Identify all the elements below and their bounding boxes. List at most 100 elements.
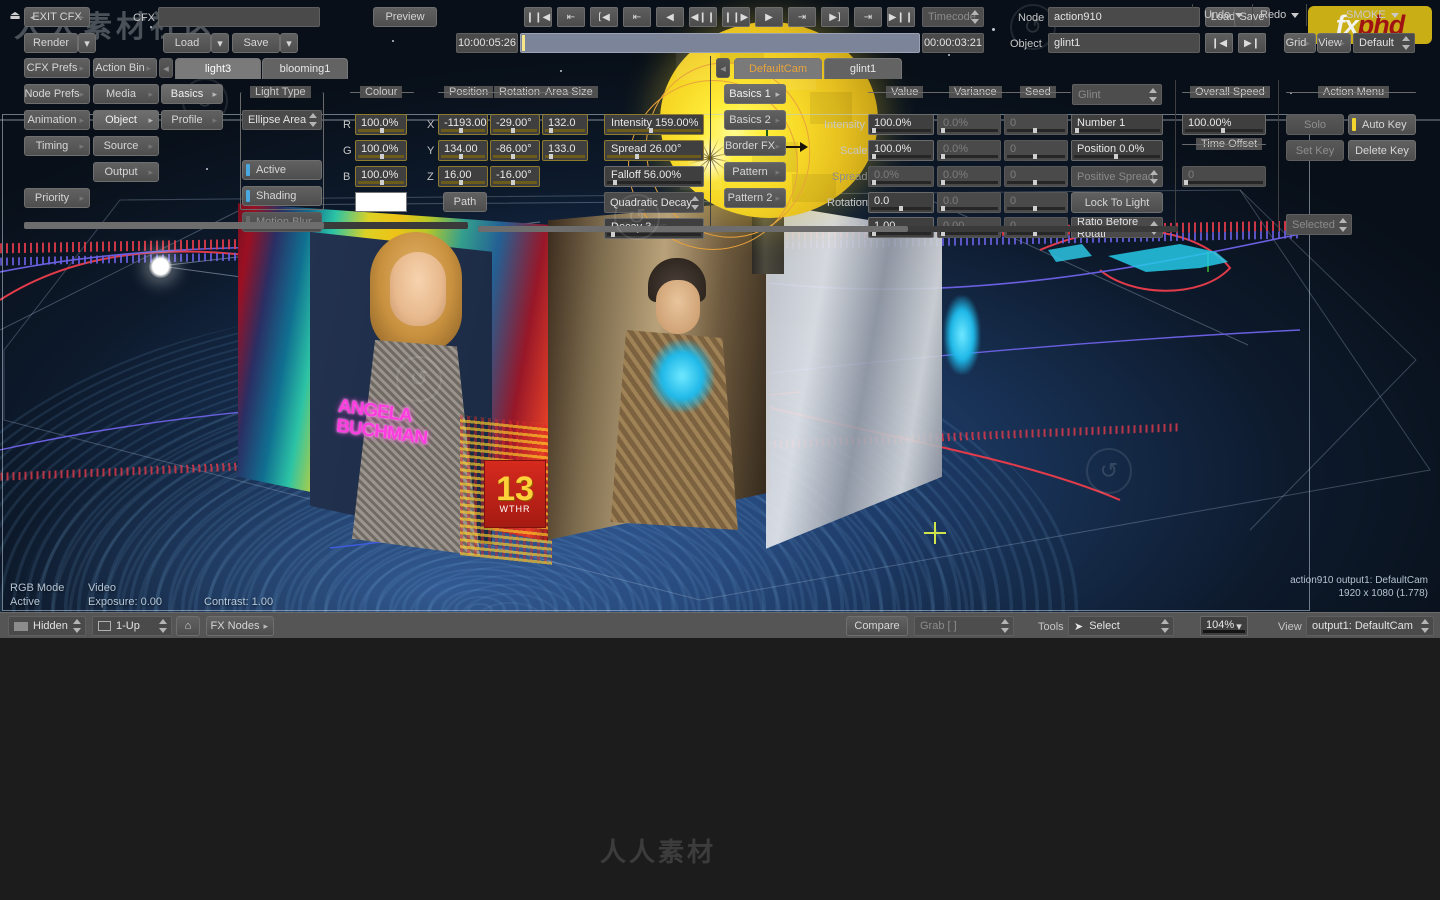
tab-scroll-left[interactable]: ◂ xyxy=(159,58,173,78)
rotation-x-field[interactable]: -29.00° xyxy=(490,114,540,135)
timecode-stepper[interactable] xyxy=(971,10,980,24)
decay-mode-stepper[interactable] xyxy=(691,195,700,210)
light-type-stepper[interactable] xyxy=(309,113,318,127)
area-y-field[interactable]: 133.0 xyxy=(542,140,588,161)
tab-light3[interactable]: light3 xyxy=(175,58,261,79)
position-x-field[interactable]: -1193.00 xyxy=(438,114,488,135)
object-input[interactable]: glint1 xyxy=(1048,33,1200,53)
timeline-scrubber[interactable] xyxy=(520,33,920,53)
nav-output[interactable]: Output xyxy=(93,162,159,182)
spread-field[interactable]: Spread 26.00° xyxy=(604,140,704,161)
glint-dropdown[interactable]: Glint xyxy=(1072,84,1162,105)
fx-nodes-button[interactable]: FX Nodes xyxy=(206,616,274,636)
glint-intensity-seed[interactable]: 0 xyxy=(1004,114,1068,135)
cfx-prefs-button[interactable]: CFX Prefs xyxy=(24,58,90,78)
area-x-field[interactable]: 132.0 xyxy=(542,114,588,135)
light-type-dropdown[interactable]: Ellipse Area xyxy=(242,110,322,130)
nav-media[interactable]: Media xyxy=(93,84,159,104)
view-menu-button[interactable]: View xyxy=(1317,33,1351,53)
glint-scale-value[interactable]: 100.0% xyxy=(868,140,934,161)
nav-timing[interactable]: Timing xyxy=(24,136,90,156)
hidden-dropdown[interactable]: Hidden xyxy=(8,616,86,636)
panel-scrollbar-right[interactable] xyxy=(478,226,1178,232)
view-dropdown[interactable]: output1: DefaultCam xyxy=(1306,616,1434,636)
glint-rotation-seed[interactable]: 0 xyxy=(1004,192,1068,213)
set-key-button[interactable]: Set Key xyxy=(1286,140,1344,161)
transport-step-forward[interactable]: ❙❙▶ xyxy=(722,7,750,27)
path-button[interactable]: Path xyxy=(443,192,487,212)
nav-basics[interactable]: Basics xyxy=(161,84,223,104)
load-button[interactable]: Load xyxy=(163,33,211,53)
transport-to-start[interactable]: ⇤ xyxy=(557,7,585,27)
transport-prev-key[interactable]: ⇤ xyxy=(623,7,651,27)
glint-positive-spread-dropdown[interactable]: Positive Spread xyxy=(1071,166,1163,187)
positive-spread-stepper[interactable] xyxy=(1150,169,1159,184)
object-next-button[interactable]: ▶❙ xyxy=(1238,33,1266,53)
tab-glint1[interactable]: glint1 xyxy=(824,58,902,79)
time-start-field[interactable]: 10:00:05:26 xyxy=(456,33,518,53)
grid-button[interactable]: Grid xyxy=(1284,33,1316,53)
nav-object[interactable]: Object xyxy=(93,110,159,130)
transport-prev-clip[interactable]: ❙❙◀ xyxy=(524,7,552,27)
render-dropdown-icon[interactable]: ▾ xyxy=(78,33,96,53)
glint-spread-seed[interactable]: 0 xyxy=(1004,166,1068,187)
undo-button[interactable]: Undo xyxy=(1204,9,1244,21)
falloff-field[interactable]: Falloff 56.00% xyxy=(604,166,704,187)
selected-dropdown[interactable]: Selected xyxy=(1286,214,1352,235)
glint-spread-variance[interactable]: 0.0% xyxy=(937,166,1001,187)
nav-source[interactable]: Source xyxy=(93,136,159,156)
grab-field[interactable]: Grab [ ] xyxy=(914,616,1014,636)
view-stepper[interactable] xyxy=(1421,619,1430,633)
glint-tab-scroll-left[interactable]: ◂ xyxy=(716,58,730,78)
colour-g-field[interactable]: 100.0% xyxy=(355,140,407,161)
default-dropdown[interactable]: Default xyxy=(1353,33,1415,53)
solo-button[interactable]: Solo xyxy=(1286,114,1344,135)
tab-default-cam[interactable]: DefaultCam xyxy=(734,58,822,79)
tab-blooming1[interactable]: blooming1 xyxy=(262,58,348,79)
glint-spread-value[interactable]: 0.0% xyxy=(868,166,934,187)
eject-icon[interactable]: ⏏ xyxy=(8,8,22,22)
transport-next-clip[interactable]: ▶❙❙ xyxy=(887,7,915,27)
position-y-field[interactable]: 134.00 xyxy=(438,140,488,161)
glint-rotation-value[interactable]: 0.0 xyxy=(868,192,934,213)
load-dropdown-icon[interactable]: ▾ xyxy=(211,33,229,53)
colour-r-field[interactable]: 100.0% xyxy=(355,114,407,135)
nav-priority[interactable]: Priority xyxy=(24,188,90,208)
lock-to-light-button[interactable]: Lock To Light xyxy=(1071,192,1163,213)
panel-scrollbar-left[interactable] xyxy=(24,222,468,229)
glint-scale-seed[interactable]: 0 xyxy=(1004,140,1068,161)
layout-stepper[interactable] xyxy=(159,619,168,633)
nav-node-prefs[interactable]: Node Prefs xyxy=(24,84,90,104)
tool-stepper[interactable] xyxy=(1161,619,1170,633)
transport-play-reverse[interactable]: ◀ xyxy=(656,7,684,27)
shading-toggle[interactable]: Shading xyxy=(242,186,322,206)
selected-stepper[interactable] xyxy=(1339,217,1348,232)
exit-cfx-button[interactable]: ◂ EXIT CFX xyxy=(24,7,90,27)
glint-intensity-value[interactable]: 100.0% xyxy=(868,114,934,135)
overall-speed-field[interactable]: 100.00% xyxy=(1182,114,1266,135)
glint-tab-basics-1[interactable]: Basics 1 xyxy=(724,84,786,104)
tool-dropdown[interactable]: ➤ Select xyxy=(1068,616,1174,636)
save-dropdown-icon[interactable]: ▾ xyxy=(280,33,298,53)
save-button[interactable]: Save xyxy=(232,33,280,53)
transport-next-key[interactable]: ⇥ xyxy=(788,7,816,27)
chevron-down-icon[interactable]: ▾ xyxy=(1230,616,1248,636)
auto-key-toggle[interactable]: Auto Key xyxy=(1348,114,1416,135)
glint-scale-variance[interactable]: 0.0% xyxy=(937,140,1001,161)
position-z-field[interactable]: 16.00 xyxy=(438,166,488,187)
nav-profile[interactable]: Profile xyxy=(161,110,223,130)
active-toggle[interactable]: Active xyxy=(242,160,322,180)
home-icon[interactable]: ⌂ xyxy=(176,616,200,636)
transport-play[interactable]: ▶ xyxy=(755,7,783,27)
hidden-stepper[interactable] xyxy=(73,619,82,633)
transport-mark-in[interactable]: [◀ xyxy=(590,7,618,27)
transport-to-end[interactable]: ⇥ xyxy=(854,7,882,27)
glint-tab-basics-2[interactable]: Basics 2 xyxy=(724,110,786,130)
time-duration-field[interactable]: 00:00:03:21 xyxy=(922,33,984,53)
object-prev-button[interactable]: ❙◀ xyxy=(1205,33,1233,53)
grab-stepper[interactable] xyxy=(1001,619,1010,633)
glint-rotation-variance[interactable]: 0.0 xyxy=(937,192,1001,213)
glint-tab-border-fx[interactable]: Border FX xyxy=(724,136,786,156)
glint-tab-pattern-2[interactable]: Pattern 2 xyxy=(724,188,786,208)
glint-intensity-variance[interactable]: 0.0% xyxy=(937,114,1001,135)
